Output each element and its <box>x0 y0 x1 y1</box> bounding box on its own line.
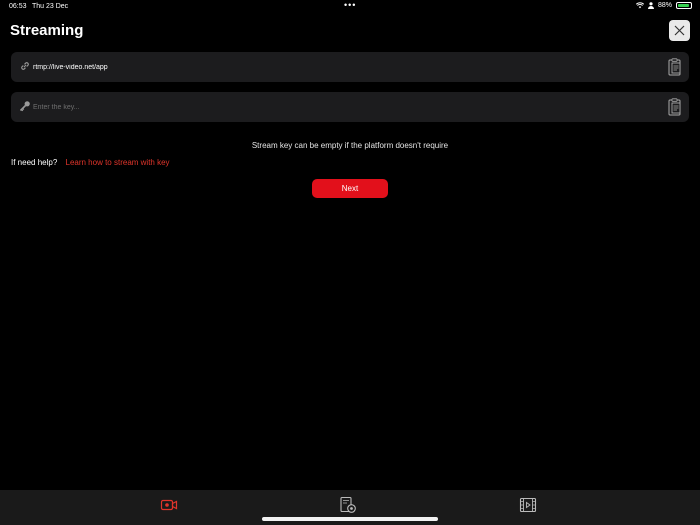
link-icon <box>21 62 29 70</box>
help-row: If need help? Learn how to stream with k… <box>11 158 170 167</box>
next-button[interactable]: Next <box>312 179 388 198</box>
battery-icon <box>676 2 692 9</box>
status-bar: 06:53 Thu 23 Dec ••• 88% <box>0 0 700 14</box>
person-icon <box>647 2 654 9</box>
stream-key-field[interactable] <box>11 92 689 122</box>
help-link[interactable]: Learn how to stream with key <box>66 158 170 167</box>
home-indicator[interactable] <box>262 517 438 521</box>
close-button[interactable] <box>669 20 690 41</box>
multitasking-dots[interactable]: ••• <box>344 0 356 10</box>
key-icon <box>19 101 30 112</box>
status-date: Thu 23 Dec <box>32 3 69 10</box>
page-title: Streaming <box>10 22 84 39</box>
gallery-icon[interactable] <box>339 496 357 514</box>
help-label: If need help? <box>11 158 58 167</box>
wifi-icon <box>635 2 644 9</box>
battery-percent: 88% <box>657 2 672 9</box>
close-icon <box>674 25 685 36</box>
film-icon[interactable] <box>519 496 537 514</box>
status-time: 06:53 <box>9 3 27 10</box>
record-icon[interactable] <box>160 496 178 514</box>
status-right: 88% <box>635 2 692 9</box>
stream-url-input[interactable] <box>33 52 653 82</box>
paste-icon[interactable] <box>668 98 682 116</box>
stream-key-hint: Stream key can be empty if the platform … <box>251 141 449 150</box>
paste-icon[interactable] <box>668 58 682 76</box>
stream-key-input[interactable] <box>33 92 653 122</box>
battery-fill <box>678 4 689 7</box>
stream-url-field[interactable] <box>11 52 689 82</box>
